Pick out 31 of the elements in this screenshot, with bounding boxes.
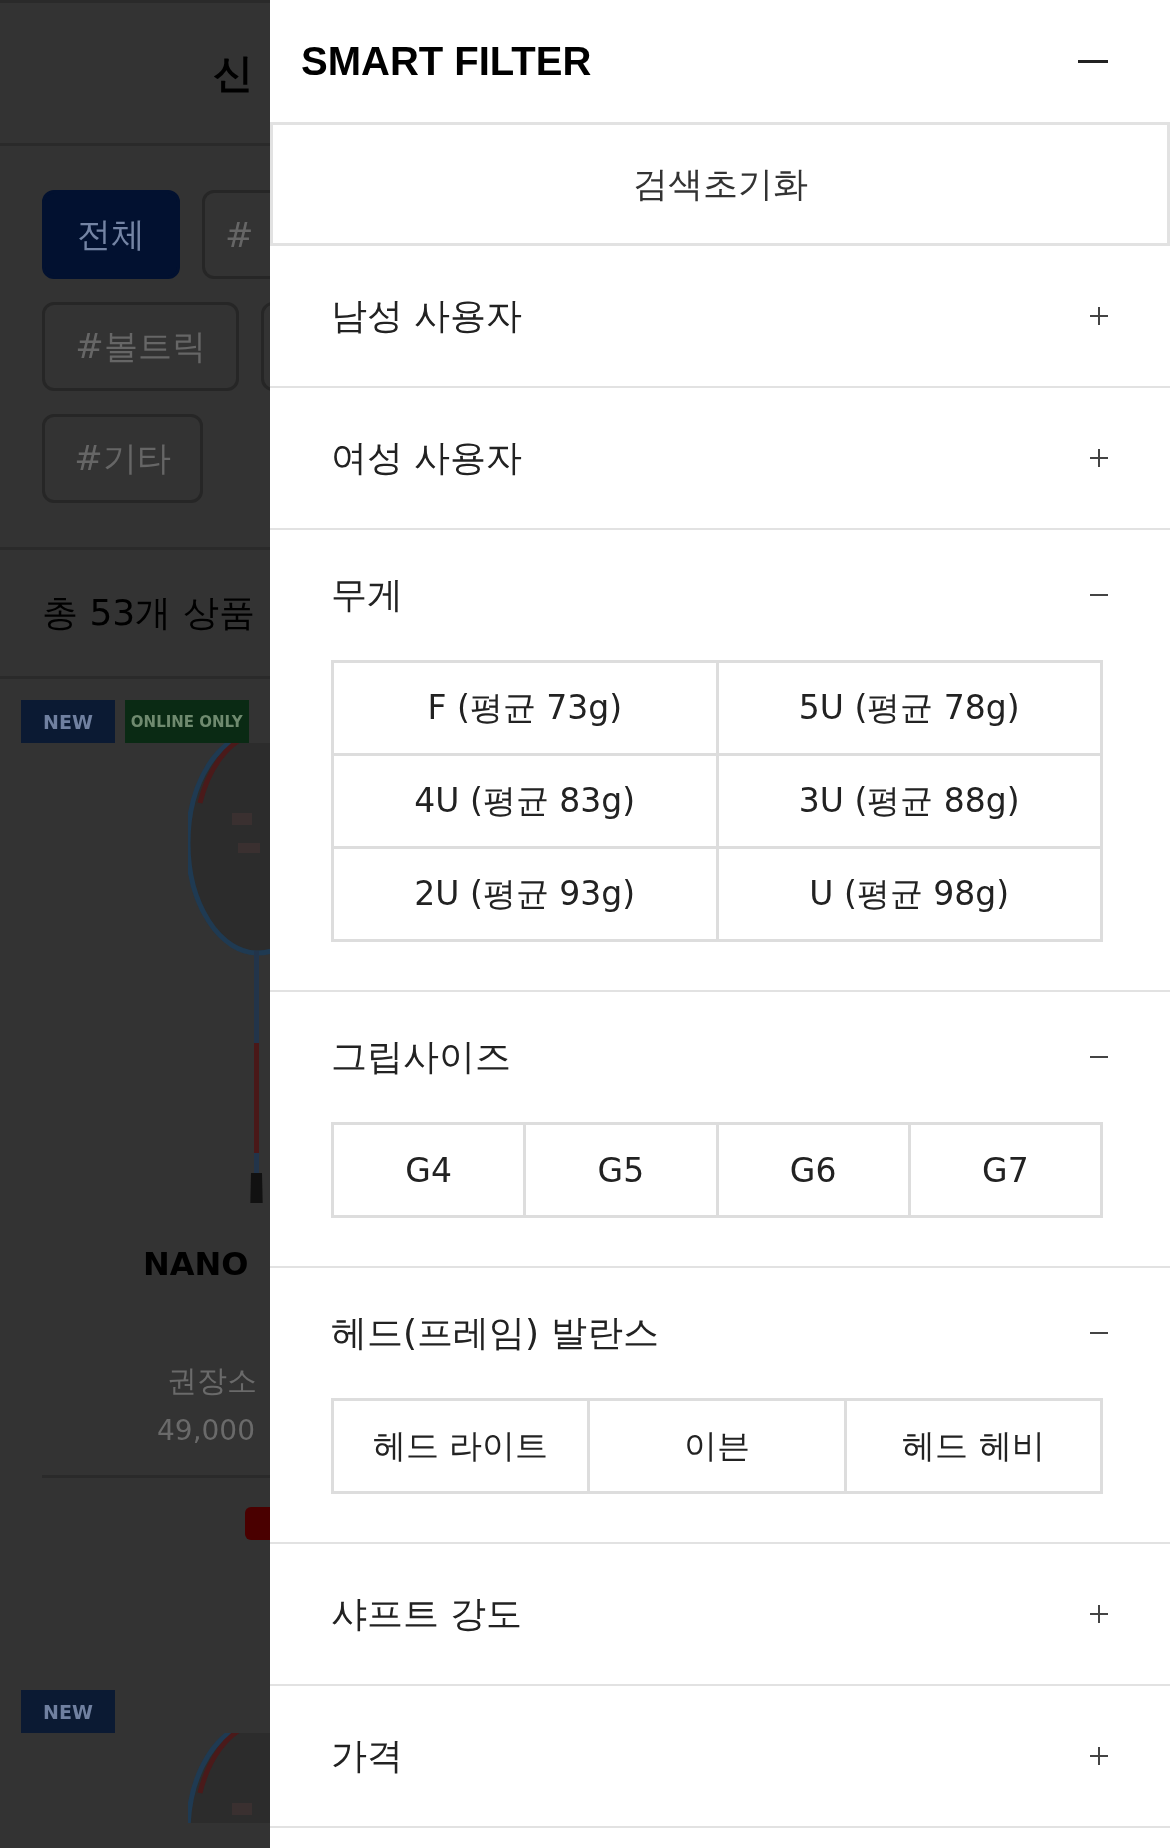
filter-option[interactable]: 3U (평균 88g) bbox=[718, 756, 1103, 849]
reset-button[interactable]: 검색초기화 bbox=[270, 122, 1170, 246]
filter-option[interactable]: 4U (평균 83g) bbox=[334, 756, 719, 849]
filter-option[interactable]: G5 bbox=[526, 1125, 719, 1218]
filter-option[interactable]: 5U (평균 78g) bbox=[718, 663, 1103, 756]
section-title[interactable]: 헤드(프레임) 발란스 bbox=[331, 1308, 659, 1358]
product-badge: NEW bbox=[21, 700, 115, 743]
plus-icon[interactable] bbox=[1090, 307, 1108, 325]
plus-icon[interactable] bbox=[1090, 449, 1108, 467]
section-title[interactable]: 그립사이즈 bbox=[331, 1032, 511, 1082]
section-title[interactable]: 무게 bbox=[331, 570, 403, 620]
filter-option[interactable]: G6 bbox=[718, 1125, 911, 1218]
minus-icon[interactable] bbox=[1078, 59, 1108, 63]
section-title[interactable]: 남성 사용자 bbox=[331, 291, 523, 341]
filter-option[interactable]: 이븐 bbox=[590, 1401, 847, 1494]
filter-option[interactable]: G7 bbox=[910, 1125, 1103, 1218]
filter-option[interactable]: F (평균 73g) bbox=[334, 663, 719, 756]
product-badge: ONLINE ONLY bbox=[124, 700, 249, 743]
filter-option[interactable]: 헤드 라이트 bbox=[334, 1401, 591, 1494]
filter-option[interactable]: G4 bbox=[334, 1125, 527, 1218]
section-title[interactable]: 여성 사용자 bbox=[331, 433, 523, 483]
section-title[interactable]: 샤프트 강도 bbox=[331, 1589, 523, 1639]
tag-chip[interactable]: 전체 bbox=[42, 190, 180, 279]
section-title[interactable]: 가격 bbox=[331, 1731, 403, 1781]
plus-icon[interactable] bbox=[1090, 1605, 1108, 1623]
product-badge: NEW bbox=[21, 1690, 115, 1733]
filter-option[interactable]: 헤드 헤비 bbox=[846, 1401, 1103, 1494]
filter-option[interactable]: 2U (평균 93g) bbox=[334, 849, 719, 942]
filter-option[interactable]: U (평균 98g) bbox=[718, 849, 1103, 942]
panel-title: SMART FILTER bbox=[301, 38, 592, 84]
plus-icon[interactable] bbox=[1090, 1747, 1108, 1765]
